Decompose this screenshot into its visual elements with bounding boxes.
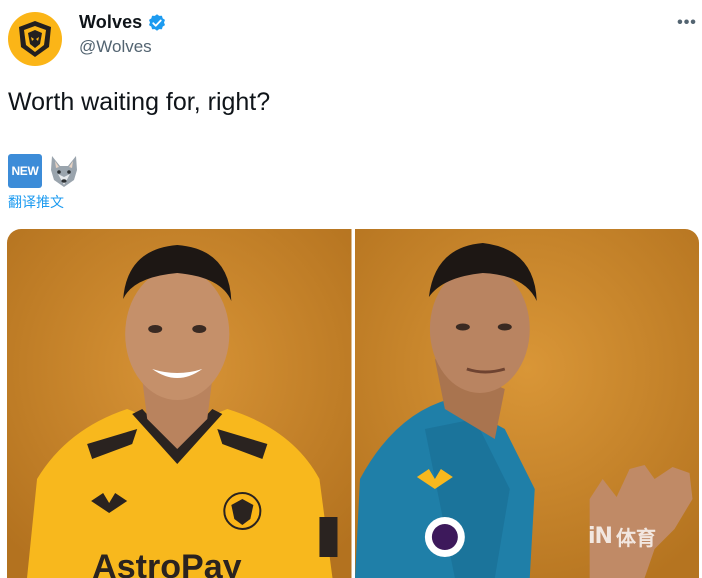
more-icon: ••• [677,14,697,31]
verified-badge-icon [149,13,166,31]
player-home-kit-photo[interactable]: AstroPay [7,229,352,578]
watermark: iN 体育 [588,522,656,551]
profile-avatar[interactable] [8,12,62,66]
translate-tweet-link[interactable]: 翻译推文 [8,192,64,212]
watermark-text: 体育 [615,528,656,550]
tweet-text: Worth waiting for, right? [8,88,271,116]
wolves-crest-icon [19,21,51,57]
tweet-author: Wolves @Wolves [79,12,167,57]
emoji-row: NEW [8,154,82,188]
more-options-button[interactable]: ••• [676,12,698,34]
wolf-emoji [46,154,82,188]
shirt-sponsor: AstroPay [92,548,242,578]
new-button-emoji: NEW [8,154,42,188]
watermark-logo: iN [588,524,613,549]
author-handle[interactable]: @Wolves [79,37,167,57]
author-display-name[interactable]: Wolves [79,12,142,33]
